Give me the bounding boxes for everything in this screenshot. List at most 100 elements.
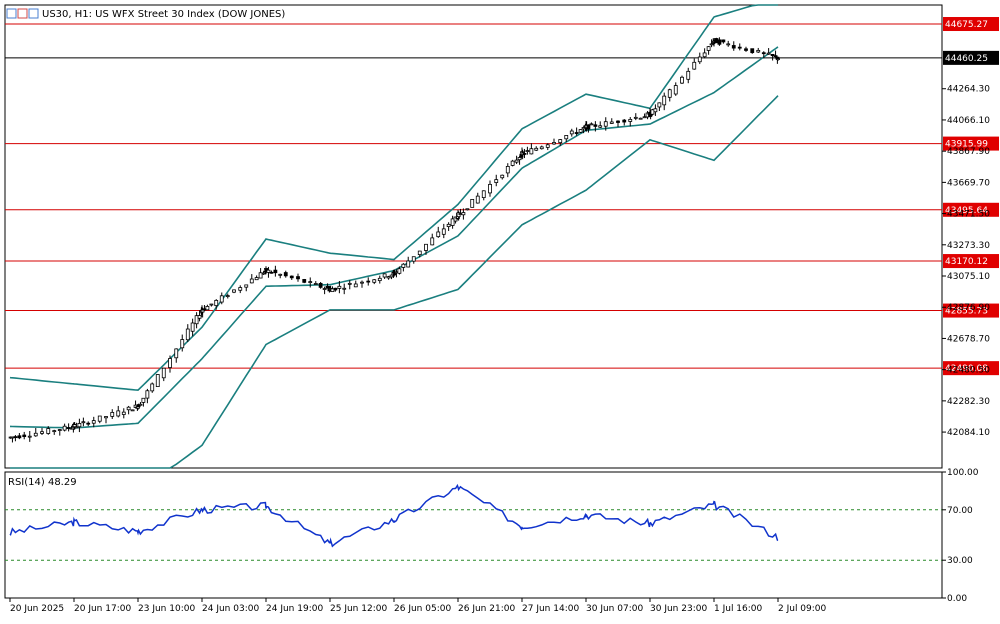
candle-body (545, 144, 550, 148)
candle-body (219, 295, 224, 303)
symbol-icon-2 (17, 8, 28, 19)
current-price-label: 44460.25 (945, 54, 988, 64)
candle-body (46, 428, 51, 434)
candle-body (717, 39, 722, 45)
candle-body (589, 123, 594, 126)
candle-body (197, 315, 202, 319)
candle-body (680, 76, 684, 84)
candle-body (411, 256, 416, 262)
candle-body (225, 295, 230, 297)
candle-body (283, 272, 288, 277)
candle-body (756, 49, 761, 53)
candle-body (776, 58, 780, 61)
candle-body (145, 390, 150, 399)
chart-window: 44675.27 43915.99 43495.64 43170.12 42855.73… (0, 0, 1000, 620)
candle-body (289, 275, 294, 279)
candle-body (238, 287, 243, 291)
candle-body (737, 46, 742, 49)
candle-body (488, 183, 492, 194)
price-candles (8, 37, 780, 443)
rsi-tick-label: 30.00 (947, 556, 973, 566)
candle-body (330, 288, 335, 293)
candle-body (185, 328, 190, 341)
candle-body (202, 308, 207, 311)
candle-body (697, 56, 702, 63)
candle-body (91, 420, 96, 424)
candle-body (244, 284, 249, 288)
candle-body (205, 306, 210, 311)
time-tick-label: 20 Jun 17:00 (74, 604, 131, 614)
candle-body (322, 288, 327, 290)
candle-body (534, 147, 539, 151)
candle-body (436, 231, 441, 238)
symbol-icon (6, 8, 17, 19)
candle-body (441, 228, 446, 235)
candle-body (522, 153, 527, 155)
candle-body (308, 281, 313, 283)
rsi-line (9, 483, 779, 548)
candle-body (714, 38, 719, 44)
candle-body (333, 287, 338, 291)
candle-body (141, 397, 146, 403)
time-tick-label: 2 Jul 09:00 (778, 604, 827, 614)
candle-body (761, 52, 766, 55)
candle-body (97, 415, 102, 422)
candle-body (505, 166, 510, 174)
candle-body (458, 213, 463, 215)
chart-canvas[interactable]: 44675.2743915.9943495.6443170.1242855.73… (0, 0, 1000, 620)
price-tick-label: 43669.70 (947, 178, 990, 188)
candle-body (709, 43, 714, 46)
candle-body (168, 358, 172, 368)
time-tick-label: 30 Jun 23:00 (650, 604, 707, 614)
candle-body (657, 102, 662, 108)
candle-body (372, 279, 377, 283)
candle-body (510, 160, 515, 166)
price-tick-label: 42876.90 (947, 303, 990, 313)
candle-body (702, 52, 707, 58)
candle-body (653, 108, 658, 113)
rsi-tick-label: 70.00 (947, 506, 973, 516)
candle-body (353, 283, 358, 288)
candle-body (161, 367, 166, 379)
rsi-tick-label: 0.00 (947, 594, 967, 604)
candle-body (397, 268, 402, 274)
candle-body (628, 118, 633, 122)
candle-body (417, 250, 422, 256)
candle-body (22, 434, 27, 438)
candle-body (377, 277, 382, 282)
candle-body (214, 299, 219, 307)
price-tick-label: 43867.90 (947, 147, 990, 157)
candle-body (150, 383, 155, 392)
price-tick-label: 44066.10 (947, 116, 990, 126)
candle-body (313, 283, 318, 285)
candle-body (72, 424, 77, 428)
candle-body (249, 278, 254, 284)
candle-body (190, 322, 195, 332)
symbol-icon-3 (28, 8, 39, 19)
candle-body (744, 48, 748, 51)
candle-body (57, 429, 62, 431)
candle-body (347, 282, 352, 285)
candle-body (726, 43, 731, 46)
candle-body (770, 53, 775, 57)
candle-body (66, 427, 71, 429)
time-tick-label: 24 Jun 03:00 (202, 604, 259, 614)
candle-body (392, 273, 397, 276)
candle-body (673, 85, 678, 95)
candle-body (278, 273, 283, 276)
candle-body (342, 287, 347, 290)
candle-body (564, 135, 569, 140)
candle-body (13, 436, 18, 439)
price-tick-label: 43273.30 (947, 241, 990, 251)
candle-body (686, 70, 691, 80)
rsi-label: RSI(14) 48.29 (8, 477, 77, 488)
time-tick-label: 27 Jun 14:00 (522, 604, 579, 614)
candle-body (110, 412, 115, 417)
candle-body (155, 374, 160, 388)
candle-body (52, 430, 57, 433)
bollinger-upper (9, 4, 778, 392)
horizontal-levels[interactable]: 44675.2743915.9943495.6443170.1242855.73… (5, 17, 999, 376)
time-tick-label: 26 Jun 21:00 (458, 604, 515, 614)
price-tick-label: 42480.50 (947, 366, 990, 376)
candle-body (481, 190, 486, 199)
